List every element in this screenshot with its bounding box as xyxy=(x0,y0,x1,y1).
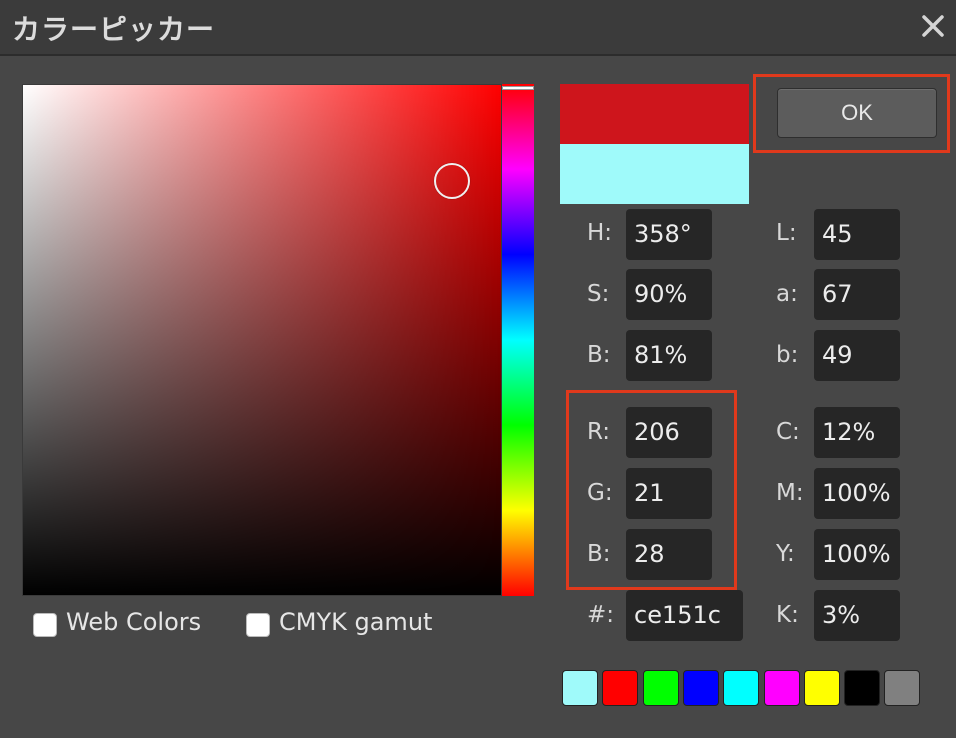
red-label: R: xyxy=(587,419,611,445)
lab-l-label: L: xyxy=(776,220,797,246)
cyan-field[interactable]: 12% xyxy=(814,407,900,458)
color-swatch[interactable] xyxy=(642,670,679,706)
saturation-brightness-field[interactable] xyxy=(22,84,502,596)
color-cursor[interactable] xyxy=(434,163,470,199)
black-field[interactable]: 3% xyxy=(814,590,900,641)
color-swatch[interactable] xyxy=(723,670,760,706)
blue-field[interactable]: 28 xyxy=(626,529,712,580)
web-colors-label: Web Colors xyxy=(66,608,202,636)
saturation-field[interactable]: 90% xyxy=(626,269,712,320)
brightness-label: B: xyxy=(587,342,611,368)
color-swatch[interactable] xyxy=(763,670,800,706)
hue-field[interactable]: 358° xyxy=(626,209,712,260)
color-swatch[interactable] xyxy=(562,670,598,706)
blue-label: B: xyxy=(587,541,611,567)
color-swatch[interactable] xyxy=(682,670,719,706)
magenta-field[interactable]: 100% xyxy=(814,468,900,519)
ok-button[interactable]: OK xyxy=(777,88,937,138)
close-icon[interactable] xyxy=(916,8,950,44)
lab-b-field[interactable]: 49 xyxy=(814,330,900,381)
web-colors-checkbox[interactable] xyxy=(33,613,57,637)
lab-l-field[interactable]: 45 xyxy=(814,209,900,260)
color-swatch[interactable] xyxy=(602,670,639,706)
magenta-label: M: xyxy=(776,480,804,506)
color-swatch[interactable] xyxy=(884,670,921,706)
color-swatch[interactable] xyxy=(844,670,881,706)
color-swatch[interactable] xyxy=(803,670,840,706)
dialog-title: カラーピッカー xyxy=(12,13,216,46)
yellow-label: Y: xyxy=(776,541,795,567)
cmyk-gamut-label: CMYK gamut xyxy=(279,608,433,636)
saturation-label: S: xyxy=(587,281,610,307)
red-field[interactable]: 206 xyxy=(626,407,712,458)
black-label: K: xyxy=(776,602,799,628)
cyan-label: C: xyxy=(776,419,800,445)
lab-a-label: a: xyxy=(776,281,798,307)
cmyk-gamut-checkbox[interactable] xyxy=(246,613,270,637)
hue-slider-handle[interactable] xyxy=(502,86,534,90)
title-bar: カラーピッカー xyxy=(0,0,956,56)
hue-label: H: xyxy=(587,220,613,246)
hex-label: #: xyxy=(587,602,615,628)
lab-a-field[interactable]: 67 xyxy=(814,269,900,320)
new-color-preview xyxy=(560,84,749,144)
green-field[interactable]: 21 xyxy=(626,468,712,519)
lab-b-label: b: xyxy=(776,342,799,368)
brightness-field[interactable]: 81% xyxy=(626,330,712,381)
hex-field[interactable]: ce151c xyxy=(626,590,743,641)
yellow-field[interactable]: 100% xyxy=(814,529,900,580)
original-color-preview[interactable] xyxy=(560,144,749,204)
green-label: G: xyxy=(587,480,613,506)
hue-slider[interactable] xyxy=(502,84,534,596)
